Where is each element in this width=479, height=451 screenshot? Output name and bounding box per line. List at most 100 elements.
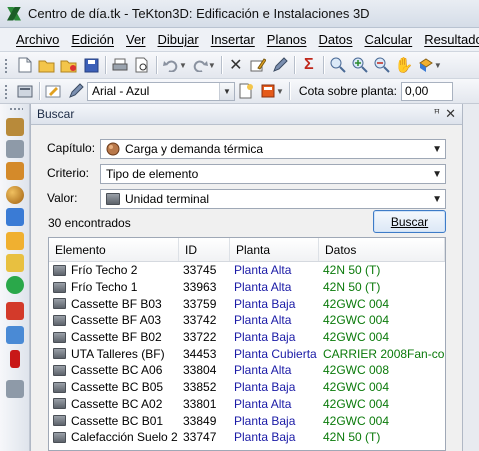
left-toolbar-grip[interactable]	[9, 107, 23, 111]
terminal-unit-icon	[53, 398, 66, 410]
table-row[interactable]: UTA Talleres (BF) 34453 Planta Cubierta CAR…	[49, 345, 445, 362]
edit-icon[interactable]	[247, 54, 269, 76]
chevron-down-icon[interactable]: ▼	[432, 144, 442, 155]
table-row[interactable]: Cassette BC B05 33852 Planta Baja 42GWC 004	[49, 379, 445, 396]
cell-planta: Planta Cubierta	[234, 346, 317, 361]
menu-ver[interactable]: Ver	[120, 32, 152, 47]
column-header-elemento[interactable]: Elemento	[49, 238, 179, 261]
table-row[interactable]: Frío Techo 1 33963 Planta Alta 42N 50 (T)	[49, 279, 445, 296]
search-panel: Buscar ꟸ ✕ Capítulo: Carga y demanda tér…	[30, 104, 462, 451]
chevron-down-icon[interactable]: ▼	[432, 169, 442, 180]
terminal-unit-icon	[53, 415, 66, 427]
toolbar-separator	[322, 56, 324, 74]
text-style-edit-icon[interactable]	[65, 80, 87, 102]
toolbar-grip[interactable]	[4, 83, 8, 99]
cell-datos: 42GWC 004	[323, 330, 390, 345]
column-header-planta[interactable]: Planta	[230, 238, 319, 261]
cell-elemento: Cassette BC B01	[49, 414, 179, 428]
new-style-icon[interactable]	[235, 80, 257, 102]
toolbar-overflow-icon[interactable]: ▼	[276, 87, 284, 96]
menu-insertar[interactable]: Insertar	[205, 32, 261, 47]
menu-edicion[interactable]: Edición	[65, 32, 120, 47]
equipment-icon[interactable]	[6, 380, 24, 398]
menu-dibujar[interactable]: Dibujar	[152, 32, 205, 47]
toolbar-separator	[39, 82, 40, 100]
people-icon[interactable]	[6, 208, 24, 226]
zoom-in-icon[interactable]	[349, 54, 371, 76]
toolbar-separator	[293, 56, 295, 74]
close-icon[interactable]: ✕	[445, 106, 456, 122]
cell-elemento: Cassette BC A02	[49, 397, 179, 411]
table-row[interactable]: Calefacción Suelo 2 33747 Planta Baja 42N 5…	[49, 429, 445, 446]
redo-dropdown-icon[interactable]: ▼	[208, 61, 216, 70]
table-row[interactable]: Cassette BC A06 33804 Planta Alta 42GWC 008	[49, 362, 445, 379]
layer-icon[interactable]	[14, 80, 36, 102]
cell-elemento-text: Cassette BF B02	[71, 330, 162, 345]
capitulo-select[interactable]: Carga y demanda térmica ▼	[100, 139, 446, 159]
chevron-down-icon[interactable]: ▼	[219, 82, 234, 100]
capitulo-row: Capítulo:	[47, 141, 100, 155]
sphere-icon[interactable]	[6, 186, 24, 204]
pencil-icon[interactable]	[269, 54, 291, 76]
print-icon[interactable]	[109, 54, 131, 76]
extinguisher-icon[interactable]	[10, 350, 20, 368]
fan-icon[interactable]	[6, 276, 24, 294]
sum-icon[interactable]: Σ	[298, 54, 320, 76]
cell-id: 33722	[183, 330, 217, 345]
font-style-select[interactable]: Arial - Azul ▼	[87, 81, 235, 101]
cell-elemento: Cassette BC B05	[49, 380, 179, 394]
save-icon[interactable]	[80, 54, 102, 76]
view-dropdown-icon[interactable]: ▼	[434, 61, 442, 70]
new-file-icon[interactable]	[14, 54, 36, 76]
table-row[interactable]: Cassette BC A02 33801 Planta Alta 42GWC 004	[49, 396, 445, 413]
menu-archivo[interactable]: Archivo	[10, 32, 65, 47]
format-toolbar: Arial - Azul ▼ ▼ Cota sobre planta: 0,00	[0, 78, 479, 104]
cota-input[interactable]: 0,00	[400, 81, 453, 101]
chevron-down-icon[interactable]: ▼	[432, 194, 442, 205]
text-style-icon[interactable]	[43, 80, 65, 102]
cell-datos: 42GWC 004	[323, 413, 390, 428]
cell-id: 33745	[183, 263, 217, 278]
cell-datos: 42GWC 004	[323, 313, 390, 328]
table-row[interactable]: Cassette BF B03 33759 Planta Baja 42GWC 004	[49, 295, 445, 312]
pencil-tool-icon[interactable]	[6, 232, 24, 250]
thermal-load-icon	[106, 142, 120, 156]
zoom-out-icon[interactable]	[371, 54, 393, 76]
cell-id: 33849	[183, 413, 217, 428]
pipe-icon[interactable]	[6, 302, 24, 320]
delete-icon[interactable]: ✕	[225, 54, 247, 76]
print-preview-icon[interactable]	[131, 54, 153, 76]
search-button[interactable]: Buscar	[373, 210, 446, 233]
toolbar-grip[interactable]	[4, 57, 8, 73]
cell-id: 33963	[183, 280, 217, 295]
note-icon[interactable]	[6, 254, 24, 272]
wall-icon[interactable]	[6, 118, 24, 136]
valor-select[interactable]: Unidad terminal ▼	[100, 189, 446, 209]
table-row[interactable]: Cassette BF A03 33742 Planta Alta 42GWC 004	[49, 312, 445, 329]
table-row[interactable]: Cassette BC B01 33849 Planta Baja 42GWC 004	[49, 412, 445, 429]
menu-calcular[interactable]: Calcular	[359, 32, 419, 47]
pin-icon[interactable]: ꟸ	[434, 107, 440, 120]
door-icon[interactable]	[6, 162, 24, 180]
open-folder-icon[interactable]	[36, 54, 58, 76]
open-recent-icon[interactable]	[58, 54, 80, 76]
column-header-datos[interactable]: Datos	[319, 238, 445, 261]
pump-icon[interactable]	[6, 326, 24, 344]
criterio-select[interactable]: Tipo de elemento ▼	[100, 164, 446, 184]
zoom-icon[interactable]	[327, 54, 349, 76]
table-row[interactable]: Frío Techo 2 33745 Planta Alta 42N 50 (T)	[49, 262, 445, 279]
cell-elemento-text: Cassette BC A02	[71, 396, 163, 411]
search-panel-header: Buscar ꟸ ✕	[31, 104, 462, 125]
menu-resultado[interactable]: Resultado	[418, 32, 479, 47]
table-row[interactable]: Cassette BF B02 33722 Planta Baja 42GWC 004	[49, 329, 445, 346]
undo-dropdown-icon[interactable]: ▼	[179, 61, 187, 70]
layer-stack-icon[interactable]	[6, 140, 24, 158]
menu-planos[interactable]: Planos	[261, 32, 313, 47]
toolbar-separator	[156, 56, 157, 74]
cell-datos: 42GWC 004	[323, 296, 390, 311]
pan-hand-icon[interactable]: ✋	[393, 54, 415, 76]
column-header-id[interactable]: ID	[179, 238, 230, 261]
terminal-unit-icon	[53, 314, 66, 326]
menu-bar: Archivo Edición Ver Dibujar Insertar Pla…	[0, 28, 479, 51]
menu-datos[interactable]: Datos	[313, 32, 359, 47]
